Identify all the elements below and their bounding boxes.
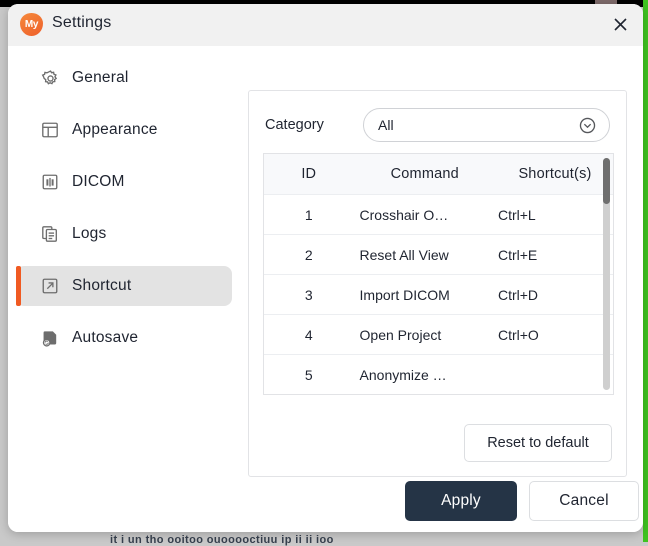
dialog-body: General Appearance <box>8 46 643 532</box>
sidebar-item-label: Autosave <box>72 329 138 347</box>
table-row[interactable]: 1 Crosshair O… Ctrl+L <box>264 195 613 235</box>
category-select[interactable]: All <box>363 108 610 142</box>
documents-icon <box>40 224 60 244</box>
table-row[interactable]: 3 Import DICOM Ctrl+D <box>264 275 613 315</box>
chevron-down-icon <box>578 116 597 135</box>
sidebar-item-label: Shortcut <box>72 277 131 295</box>
table-row[interactable]: 4 Open Project Ctrl+O <box>264 315 613 355</box>
window-title: Settings <box>52 14 111 32</box>
category-selected-value: All <box>378 117 578 133</box>
background-partial-text: it i un tho ooitoo ouooooctiuu ip ii ii … <box>110 534 334 546</box>
cell-shortcut[interactable]: Ctrl+L <box>497 195 613 235</box>
close-button[interactable] <box>605 10 635 38</box>
table-row[interactable]: 5 Anonymize … <box>264 355 613 395</box>
gear-icon <box>40 68 60 88</box>
sidebar-item-label: Appearance <box>72 121 158 139</box>
cell-shortcut[interactable] <box>497 395 613 396</box>
column-header-shortcut[interactable]: Shortcut(s) <box>497 154 613 195</box>
table-body: 1 Crosshair O… Ctrl+L 2 Reset All View C… <box>264 195 613 396</box>
cell-id: 6 <box>264 395 354 396</box>
autosave-icon <box>40 328 60 348</box>
cell-command: Crosshair O… <box>354 195 497 235</box>
cell-command: Import DICOM <box>354 275 497 315</box>
cell-command: Anonymize … <box>354 355 497 395</box>
cell-shortcut[interactable]: Ctrl+O <box>497 315 613 355</box>
cell-command: Open Project <box>354 315 497 355</box>
title-bar: My Settings <box>8 4 643 46</box>
cell-id: 1 <box>264 195 354 235</box>
cancel-button[interactable]: Cancel <box>529 481 639 521</box>
cell-id: 4 <box>264 315 354 355</box>
reset-to-default-button[interactable]: Reset to default <box>464 424 612 462</box>
table-row[interactable]: 2 Reset All View Ctrl+E <box>264 235 613 275</box>
sidebar-item-general[interactable]: General <box>16 58 232 98</box>
layout-icon <box>40 120 60 140</box>
shortcut-table-container[interactable]: ID Command Shortcut(s) 1 Crosshair O… Ct… <box>263 153 614 395</box>
table-scrollbar-thumb[interactable] <box>603 158 610 204</box>
sidebar-item-label: Logs <box>72 225 106 243</box>
table-header-row: ID Command Shortcut(s) <box>264 154 613 195</box>
shortcut-table: ID Command Shortcut(s) 1 Crosshair O… Ct… <box>264 154 613 395</box>
settings-dialog: My Settings General <box>8 4 643 532</box>
column-header-id[interactable]: ID <box>264 154 354 195</box>
shortcut-panel: Category All ID Co <box>248 90 627 477</box>
cell-id: 3 <box>264 275 354 315</box>
sidebar-item-logs[interactable]: Logs <box>16 214 232 254</box>
cell-shortcut[interactable]: Ctrl+D <box>497 275 613 315</box>
cell-id: 5 <box>264 355 354 395</box>
app-logo-icon: My <box>20 13 43 36</box>
cell-command: Import STL <box>354 395 497 396</box>
table-head: ID Command Shortcut(s) <box>264 154 613 195</box>
cell-shortcut[interactable]: Ctrl+E <box>497 235 613 275</box>
sidebar-item-shortcut[interactable]: Shortcut <box>16 266 232 306</box>
cell-shortcut[interactable] <box>497 355 613 395</box>
cell-command: Reset All View <box>354 235 497 275</box>
settings-sidebar: General Appearance <box>8 58 240 370</box>
dialog-footer: Apply Cancel <box>8 481 643 521</box>
sidebar-item-dicom[interactable]: DICOM <box>16 162 232 202</box>
sidebar-item-label: DICOM <box>72 173 125 191</box>
sidebar-item-autosave[interactable]: Autosave <box>16 318 232 358</box>
category-row: Category All <box>265 107 610 143</box>
sidebar-item-label: General <box>72 69 129 87</box>
table-scrollbar[interactable] <box>603 158 610 390</box>
background-right-strip <box>643 0 648 542</box>
table-row[interactable]: 6 Import STL <box>264 395 613 396</box>
cell-id: 2 <box>264 235 354 275</box>
category-label: Category <box>265 117 363 133</box>
sidebar-item-appearance[interactable]: Appearance <box>16 110 232 150</box>
column-header-command[interactable]: Command <box>354 154 497 195</box>
close-icon <box>613 17 628 32</box>
dicom-icon <box>40 172 60 192</box>
arrow-box-icon <box>40 276 60 296</box>
apply-button[interactable]: Apply <box>405 481 517 521</box>
